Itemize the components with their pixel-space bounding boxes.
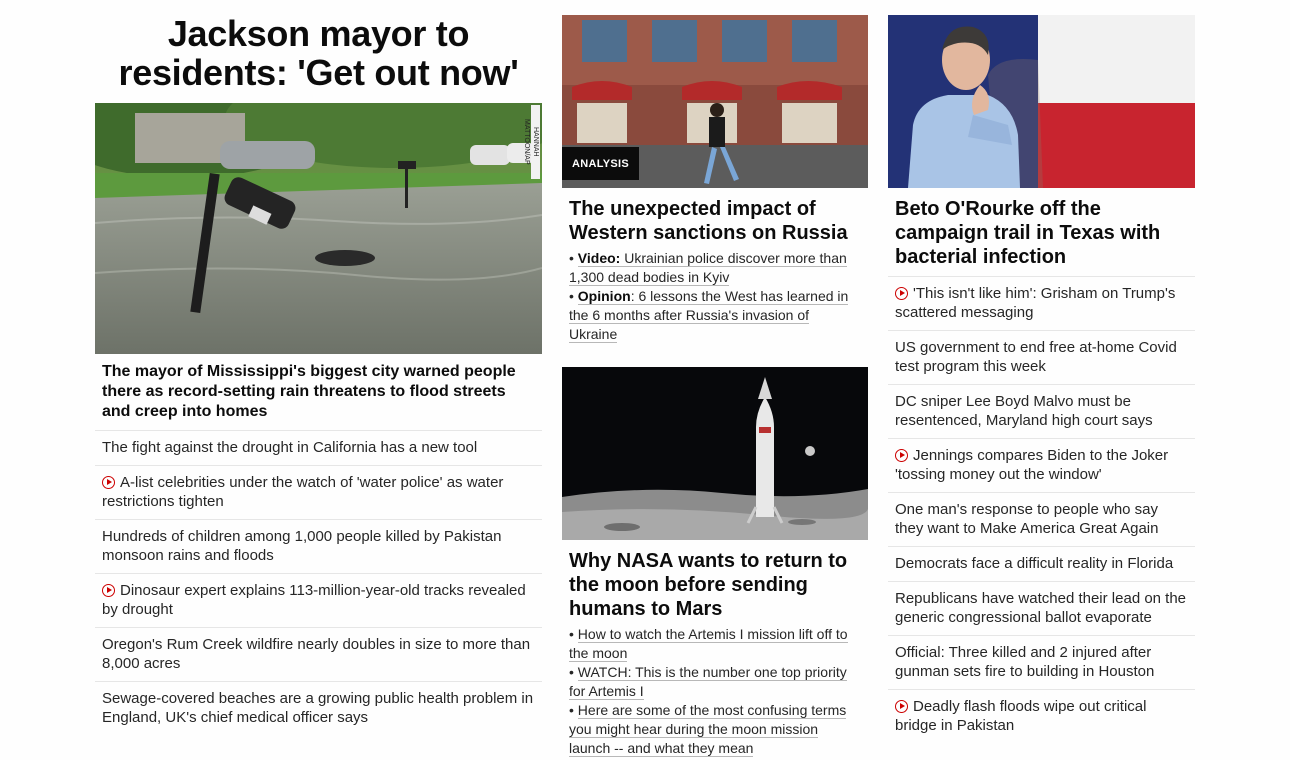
right-story-item[interactable]: Jennings compares Biden to the Joker 'to… xyxy=(888,439,1195,493)
video-play-icon xyxy=(102,476,115,489)
main-headline[interactable]: Jackson mayor to residents: 'Get out now… xyxy=(95,14,542,103)
sanctions-link-2[interactable]: • Opinion: 6 lessons the West has learne… xyxy=(562,287,868,344)
left-story-item[interactable]: Hundreds of children among 1,000 people … xyxy=(95,520,542,574)
left-story-item[interactable]: Oregon's Rum Creek wildfire nearly doubl… xyxy=(95,628,542,682)
left-story-item[interactable]: Sewage-covered beaches are a growing pub… xyxy=(95,682,542,735)
story-link-text: Oregon's Rum Creek wildfire nearly doubl… xyxy=(102,636,531,672)
left-story-item[interactable]: Dinosaur expert explains 113-million-yea… xyxy=(95,574,542,628)
nasa-link-2[interactable]: • WATCH: This is the number one top prio… xyxy=(562,663,868,701)
video-play-icon xyxy=(895,449,908,462)
right-column: Beto O'Rourke off the campaign trail in … xyxy=(888,0,1195,743)
flood-photo[interactable]: HANNAH MATTOON/AP xyxy=(95,103,542,354)
sanctions-link-1[interactable]: • Video: Ukrainian police discover more … xyxy=(562,249,868,287)
photo-credit: HANNAH MATTOON/AP xyxy=(523,105,540,179)
nasa-headline[interactable]: Why NASA wants to return to the moon bef… xyxy=(562,540,868,625)
video-play-icon xyxy=(895,700,908,713)
story-link-text: Official: Three killed and 2 injured aft… xyxy=(895,644,1155,680)
right-story-item[interactable]: Republicans have watched their lead on t… xyxy=(888,582,1195,636)
moon-lander-photo[interactable] xyxy=(562,367,868,540)
story-link-text: A-list celebrities under the watch of 'w… xyxy=(102,474,504,510)
story-link-text: US government to end free at-home Covid … xyxy=(895,339,1177,375)
right-story-item[interactable]: One man's response to people who say the… xyxy=(888,493,1195,547)
story-link-text: Sewage-covered beaches are a growing pub… xyxy=(102,690,534,726)
story-link-text: Dinosaur expert explains 113-million-yea… xyxy=(102,582,526,618)
video-play-icon xyxy=(102,584,115,597)
right-story-item[interactable]: US government to end free at-home Covid … xyxy=(888,331,1195,385)
right-story-item[interactable]: Democrats face a difficult reality in Fl… xyxy=(888,547,1195,582)
story-link-text: Democrats face a difficult reality in Fl… xyxy=(895,555,1174,572)
analysis-badge: ANALYSIS xyxy=(562,147,640,180)
story-link-text: Jennings compares Biden to the Joker 'to… xyxy=(895,447,1169,483)
story-link-text: DC sniper Lee Boyd Malvo must be resente… xyxy=(895,393,1153,429)
nasa-link-3[interactable]: • Here are some of the most confusing te… xyxy=(562,701,868,758)
beto-photo[interactable] xyxy=(888,15,1195,188)
left-story-item[interactable]: A-list celebrities under the watch of 'w… xyxy=(95,466,542,520)
left-column: Jackson mayor to residents: 'Get out now… xyxy=(95,0,542,735)
left-story-list: The fight against the drought in Califor… xyxy=(95,431,542,735)
moscow-store-photo[interactable]: ANALYSIS xyxy=(562,15,868,188)
lead-text[interactable]: The mayor of Mississippi's biggest city … xyxy=(95,354,542,431)
nasa-link-1[interactable]: • How to watch the Artemis I mission lif… xyxy=(562,625,868,663)
story-link-text: One man's response to people who say the… xyxy=(895,501,1159,537)
right-story-item[interactable]: Official: Three killed and 2 injured aft… xyxy=(888,636,1195,690)
story-link-text: Republicans have watched their lead on t… xyxy=(895,590,1187,626)
left-story-item[interactable]: The fight against the drought in Califor… xyxy=(95,431,542,466)
middle-column: ANALYSIS The unexpected impact of Wester… xyxy=(562,0,868,758)
right-story-item[interactable]: Deadly flash floods wipe out critical br… xyxy=(888,690,1195,743)
story-link-text: Deadly flash floods wipe out critical br… xyxy=(895,698,1147,734)
sanctions-headline[interactable]: The unexpected impact of Western sanctio… xyxy=(562,188,868,249)
story-link-text: Hundreds of children among 1,000 people … xyxy=(102,528,502,564)
video-play-icon xyxy=(895,287,908,300)
beto-headline[interactable]: Beto O'Rourke off the campaign trail in … xyxy=(888,188,1195,277)
right-story-list: 'This isn't like him': Grisham on Trump'… xyxy=(888,277,1195,743)
story-link-text: The fight against the drought in Califor… xyxy=(102,439,478,456)
story-link-text: 'This isn't like him': Grisham on Trump'… xyxy=(895,285,1176,321)
right-story-item[interactable]: 'This isn't like him': Grisham on Trump'… xyxy=(888,277,1195,331)
right-story-item[interactable]: DC sniper Lee Boyd Malvo must be resente… xyxy=(888,385,1195,439)
